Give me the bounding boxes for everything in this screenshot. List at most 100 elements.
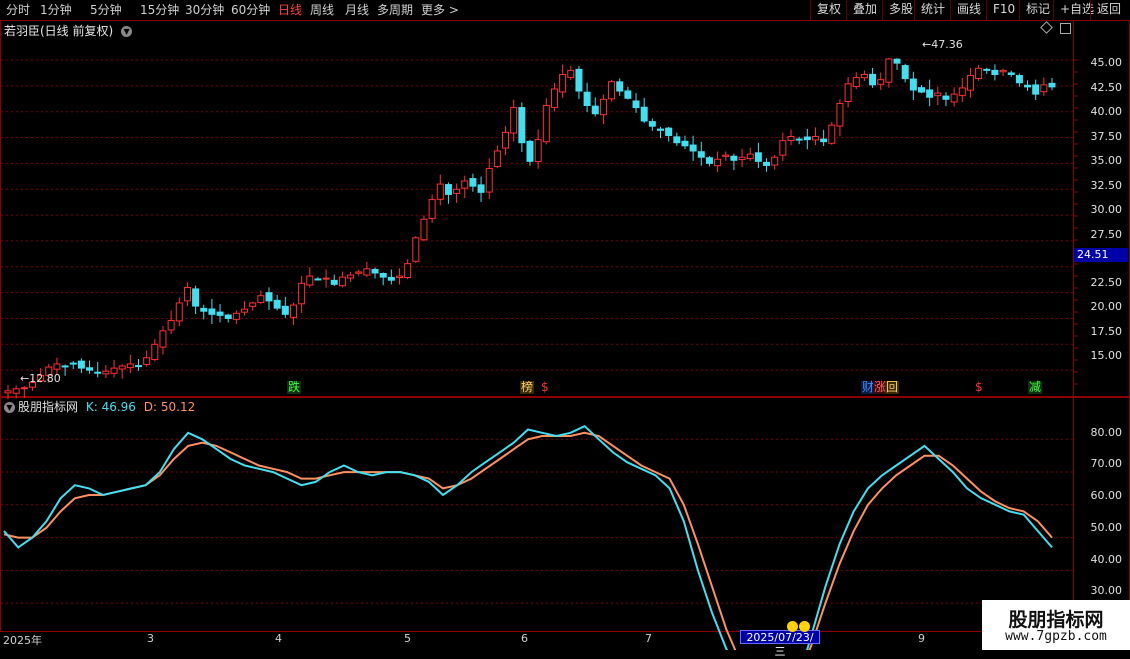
x-tick-month: 7 (645, 632, 652, 645)
candle-body (559, 73, 567, 93)
candle-body (396, 275, 403, 279)
candle-body (200, 307, 208, 312)
candle-body (869, 73, 877, 86)
kline-chart[interactable] (0, 0, 1130, 650)
candle-body (306, 275, 314, 286)
candle-body (599, 98, 607, 116)
candle-body (820, 138, 828, 143)
candle-body (918, 87, 925, 93)
candle-body (347, 274, 355, 279)
candle-body (681, 140, 689, 147)
price-tick: 40.00 (1090, 105, 1123, 118)
candle-body (322, 277, 330, 280)
candle-body (738, 156, 746, 161)
candle-body (583, 91, 591, 107)
candle-body (526, 140, 534, 162)
kd-tick: 30.00 (1090, 584, 1123, 597)
candle-body (852, 77, 860, 88)
smiley-icon (799, 621, 810, 632)
candle-body (404, 263, 412, 279)
candle-body (183, 286, 191, 302)
k-value: K: 46.96 (85, 400, 136, 414)
candle-body (232, 312, 240, 320)
k-line (3, 425, 1053, 650)
candle-body (1040, 84, 1048, 93)
d-value: D: 50.12 (143, 400, 196, 414)
candle-body (20, 387, 28, 390)
candle-body (1048, 82, 1056, 88)
indicator-name[interactable]: 股朋指标网 (18, 400, 78, 414)
candle-body (697, 151, 705, 158)
price-tick: 37.50 (1090, 130, 1123, 143)
candle-body (281, 305, 289, 315)
candle-body (632, 100, 640, 109)
candle-body (126, 363, 134, 369)
x-tick-month: 9 (918, 632, 925, 645)
candle-body (371, 268, 379, 274)
candle-body (216, 311, 224, 316)
candle-body (69, 362, 77, 365)
candle-body (420, 218, 428, 241)
candle-body (265, 292, 273, 302)
candle-body (648, 121, 656, 127)
candle-body (412, 237, 420, 262)
candle-body (1024, 84, 1032, 88)
candle-body (338, 276, 346, 287)
candle-body (110, 367, 118, 374)
candle-body (273, 299, 281, 309)
chevron-down-icon[interactable]: ▼ (4, 402, 15, 413)
price-tick: 17.50 (1090, 325, 1123, 338)
candle-body (991, 69, 999, 75)
event-marker-pullback[interactable]: 回 (885, 381, 900, 394)
event-marker-dollar[interactable]: $ (540, 381, 550, 394)
candle-body (77, 360, 85, 369)
candle-body (689, 144, 697, 152)
candle-body (436, 183, 444, 200)
smiley-icon (787, 621, 798, 632)
indicator-legend: ▼ 股朋指标网 K: 46.96 D: 50.12 (4, 398, 195, 415)
event-marker-dollar-2[interactable]: $ (974, 381, 984, 394)
low-price-label: ←12.80 (20, 372, 61, 385)
candle-body (53, 363, 61, 370)
event-marker-rank[interactable]: 榜 (520, 381, 535, 394)
candle-body (763, 161, 771, 166)
candle-body (314, 278, 322, 281)
candle-body (746, 153, 754, 160)
candle-body (12, 388, 20, 394)
price-tick: 20.00 (1090, 300, 1123, 313)
kd-tick: 60.00 (1090, 489, 1123, 502)
candle-body (705, 157, 713, 164)
event-marker-drop[interactable]: 跌 (287, 381, 302, 394)
candle-body (175, 302, 183, 322)
candle-body (330, 279, 338, 285)
candle-body (1015, 75, 1023, 84)
candle-body (289, 304, 297, 318)
candle-body (143, 357, 151, 365)
candle-body (795, 138, 803, 141)
price-tick: 45.00 (1090, 56, 1123, 69)
x-tick-month: 5 (404, 632, 411, 645)
event-marker-reduce[interactable]: 减 (1028, 381, 1043, 394)
candle-body (893, 58, 901, 64)
candle-body (241, 308, 249, 313)
candle-body (1032, 84, 1040, 95)
candle-body (135, 365, 142, 368)
candle-body (550, 88, 558, 108)
candle-body (192, 288, 200, 307)
price-tick: 15.00 (1090, 349, 1123, 362)
candle-body (1007, 72, 1015, 75)
candle-body (885, 58, 893, 83)
candle-body (877, 79, 885, 85)
candle-body (542, 105, 550, 143)
candle-body (453, 188, 461, 194)
candle-body (616, 81, 624, 92)
candle-body (224, 314, 232, 319)
candle-body (118, 365, 126, 370)
candle-body (428, 199, 436, 220)
watermark-url: www.7gpzb.com (1005, 629, 1107, 644)
current-price-tag: 24.51 (1074, 248, 1128, 262)
candle-body (722, 154, 730, 157)
price-tick: 27.50 (1090, 228, 1123, 241)
candle-body (518, 107, 526, 144)
candle-body (901, 65, 909, 80)
